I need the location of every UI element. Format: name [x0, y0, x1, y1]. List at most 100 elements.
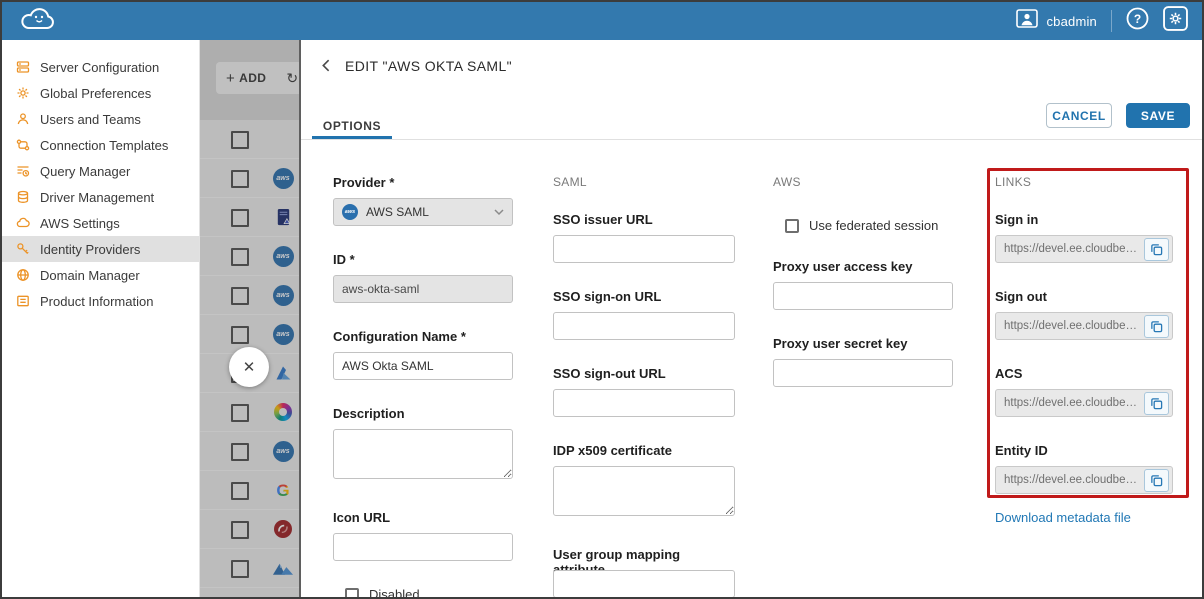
user-group-mapping-attribute-field[interactable]: [553, 570, 735, 598]
saml-column: SAML SSO issuer URL SSO sign-on URL SSO si…: [553, 175, 735, 598]
copy-icon: [1150, 474, 1163, 487]
gear-icon: [1163, 6, 1188, 36]
gear-icon: [15, 86, 30, 101]
sidebar-item-label: Domain Manager: [40, 268, 140, 283]
idp-x509-certificate-field[interactable]: [553, 466, 735, 516]
sidebar-item-connection-templates[interactable]: Connection Templates: [2, 132, 199, 158]
aws-section-label: AWS: [773, 175, 953, 190]
provider-value: AWS SAML: [366, 205, 486, 219]
disabled-checkbox-label: Disabled: [369, 587, 420, 599]
sso-sign-out-url-field[interactable]: [553, 389, 735, 417]
key-icon: [15, 242, 30, 257]
sidebar-item-label: Global Preferences: [40, 86, 151, 101]
proxy-user-access-key-field[interactable]: [773, 282, 953, 310]
person-icon: [15, 112, 30, 127]
aws-icon: aws: [342, 204, 358, 220]
icon-url-field[interactable]: [333, 533, 513, 561]
entity-id-label: Entity ID: [995, 443, 1173, 458]
sso-issuer-url-label: SSO issuer URL: [553, 212, 735, 227]
description-field[interactable]: [333, 429, 513, 479]
flow-icon: [15, 138, 30, 153]
general-column: Provider * aws AWS SAML ID * Configurati…: [333, 175, 513, 599]
user-menu-button[interactable]: cbadmin: [1016, 9, 1097, 33]
disabled-checkbox-row: Disabled: [345, 587, 513, 599]
help-button[interactable]: ?: [1126, 7, 1149, 35]
user-avatar-icon: [1016, 9, 1038, 33]
sidebar-item-domain-manager[interactable]: Domain Manager: [2, 262, 199, 288]
sso-issuer-url-field[interactable]: [553, 235, 735, 263]
top-bar: cbadmin ?: [2, 2, 1202, 40]
back-button[interactable]: [319, 58, 335, 74]
copy-button[interactable]: [1144, 469, 1169, 492]
sidebar-item-label: Identity Providers: [40, 242, 140, 257]
sidebar-item-driver-management[interactable]: Driver Management: [2, 184, 199, 210]
configuration-name-field[interactable]: [333, 352, 513, 380]
tab-options[interactable]: OPTIONS: [312, 112, 392, 139]
query-icon: [15, 164, 30, 179]
copy-button[interactable]: [1144, 315, 1169, 338]
app-window: cbadmin ? Server Configuration Global Pre…: [0, 0, 1204, 599]
acs-url-field: https://devel.ee.cloudbeaver.io...: [995, 389, 1173, 417]
sidebar-item-label: AWS Settings: [40, 216, 120, 231]
sso-sign-on-url-field[interactable]: [553, 312, 735, 340]
entity-id-url-value: https://devel.ee.cloudbeaver.io...: [1004, 474, 1140, 486]
globe-icon: [15, 268, 30, 283]
disabled-checkbox[interactable]: [345, 588, 359, 599]
chevron-down-icon: [494, 209, 504, 216]
acs-url-value: https://devel.ee.cloudbeaver.io...: [1004, 397, 1140, 409]
sidebar-item-identity-providers[interactable]: Identity Providers: [2, 236, 199, 262]
id-field[interactable]: [333, 275, 513, 303]
close-editor-button[interactable]: ✕: [229, 347, 269, 387]
idp-x509-certificate-label: IDP x509 certificate: [553, 443, 735, 458]
server-icon: [15, 60, 30, 75]
sidebar-item-global-preferences[interactable]: Global Preferences: [2, 80, 199, 106]
configuration-name-label: Configuration Name *: [333, 329, 513, 344]
acs-label: ACS: [995, 366, 1173, 381]
copy-button[interactable]: [1144, 392, 1169, 415]
aws-column: AWS Use federated session Proxy user acce…: [773, 175, 953, 387]
copy-button[interactable]: [1144, 238, 1169, 261]
sidebar-item-product-information[interactable]: Product Information: [2, 288, 199, 314]
sign-out-label: Sign out: [995, 289, 1173, 304]
svg-text:?: ?: [1134, 12, 1141, 26]
sidebar-item-label: Server Configuration: [40, 60, 159, 75]
sso-sign-on-url-label: SSO sign-on URL: [553, 289, 735, 304]
use-federated-session-checkbox[interactable]: [785, 219, 799, 233]
provider-select[interactable]: aws AWS SAML: [333, 198, 513, 226]
disabled-overlay: [200, 40, 299, 597]
sign-in-url-value: https://devel.ee.cloudbeaver.io...: [1004, 243, 1140, 255]
saml-section-label: SAML: [553, 175, 735, 190]
use-federated-session-row: Use federated session: [785, 218, 953, 233]
info-icon: [15, 294, 30, 309]
copy-icon: [1150, 243, 1163, 256]
cancel-button[interactable]: CANCEL: [1046, 103, 1112, 128]
sign-in-label: Sign in: [995, 212, 1173, 227]
page-title: EDIT "AWS OKTA SAML": [345, 58, 512, 74]
user-group-mapping-attribute-label: User group mapping attribute: [553, 547, 735, 562]
sign-in-url-field: https://devel.ee.cloudbeaver.io...: [995, 235, 1173, 263]
sidebar-item-label: Users and Teams: [40, 112, 141, 127]
sidebar-item-label: Driver Management: [40, 190, 154, 205]
edit-provider-panel: EDIT "AWS OKTA SAML" CANCEL SAVE OPTIONS…: [299, 40, 1202, 597]
icon-url-label: Icon URL: [333, 510, 513, 525]
sidebar-item-query-manager[interactable]: Query Manager: [2, 158, 199, 184]
admin-sidebar: Server Configuration Global Preferences Us…: [2, 40, 200, 597]
save-button[interactable]: SAVE: [1126, 103, 1190, 128]
cloudbeaver-logo-icon: [16, 4, 62, 39]
sidebar-item-server-configuration[interactable]: Server Configuration: [2, 54, 199, 80]
proxy-user-access-key-label: Proxy user access key: [773, 259, 953, 274]
sign-out-url-field: https://devel.ee.cloudbeaver.io...: [995, 312, 1173, 340]
download-metadata-link[interactable]: Download metadata file: [995, 510, 1131, 525]
sidebar-item-users-and-teams[interactable]: Users and Teams: [2, 106, 199, 132]
sso-sign-out-url-label: SSO sign-out URL: [553, 366, 735, 381]
settings-button[interactable]: [1163, 6, 1188, 36]
sidebar-item-label: Product Information: [40, 294, 153, 309]
proxy-user-secret-key-field[interactable]: [773, 359, 953, 387]
tab-divider: [301, 139, 1202, 140]
sidebar-item-aws-settings[interactable]: AWS Settings: [2, 210, 199, 236]
sign-out-url-value: https://devel.ee.cloudbeaver.io...: [1004, 320, 1140, 332]
identity-providers-list-panel: + ADD ↻ R awsawsawsawsawsG: [200, 40, 299, 597]
entity-id-url-field: https://devel.ee.cloudbeaver.io...: [995, 466, 1173, 494]
links-column: LINKS Sign inhttps://devel.ee.cloudbeave…: [995, 175, 1173, 494]
sidebar-item-label: Query Manager: [40, 164, 130, 179]
